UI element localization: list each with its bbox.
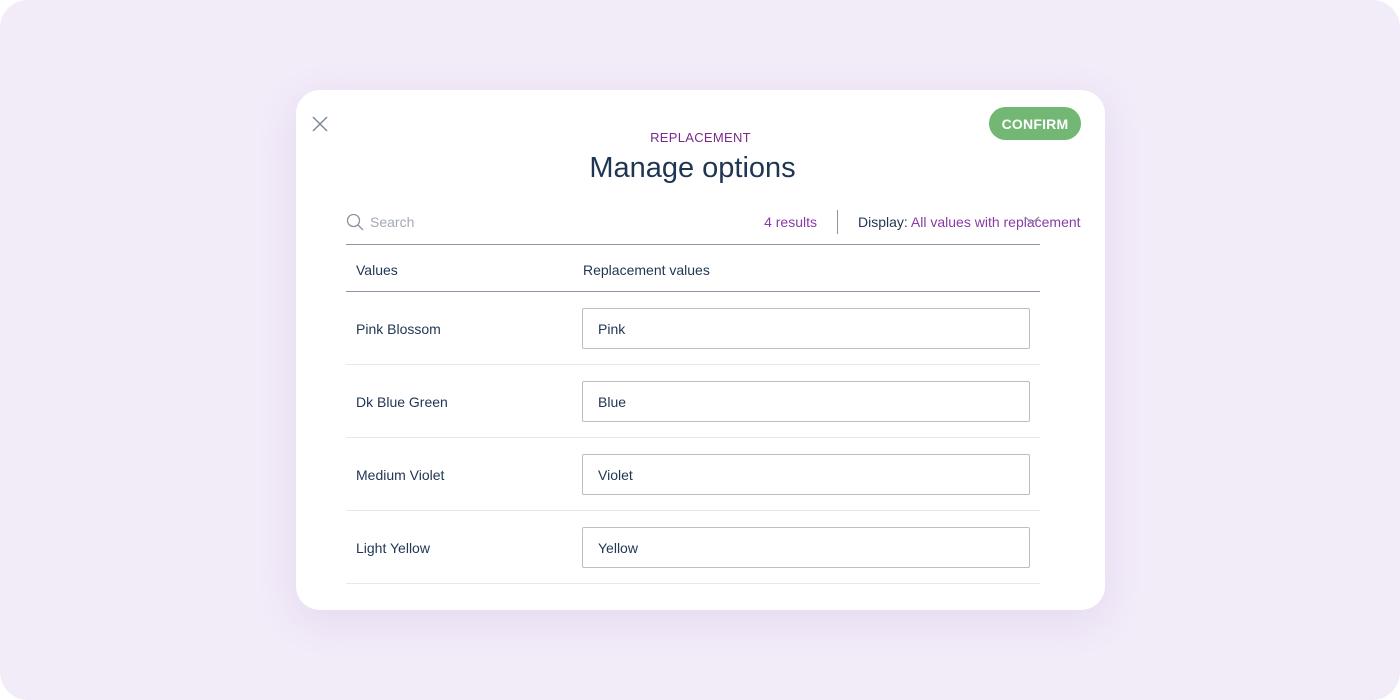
search-icon [346,213,364,231]
table-row: Light Yellow [346,511,1040,584]
results-count: 4 results [764,214,817,230]
page-background: CONFIRM REPLACEMENT Manage options 4 res… [0,0,1400,700]
table-row: Medium Violet [346,438,1040,511]
table-row: Dk Blue Green [346,365,1040,438]
column-header-replacement-values: Replacement values [583,262,710,278]
manage-options-dialog: CONFIRM REPLACEMENT Manage options 4 res… [296,90,1105,610]
column-header-values: Values [356,262,398,278]
row-value: Medium Violet [356,467,445,483]
row-value: Pink Blossom [356,321,441,337]
replacement-input[interactable] [582,381,1030,422]
row-value: Dk Blue Green [356,394,448,410]
replacement-input[interactable] [582,527,1030,568]
replacement-input[interactable] [582,308,1030,349]
dialog-title: Manage options [589,152,796,184]
dialog-eyebrow: REPLACEMENT [650,130,751,145]
toolbar: 4 results Display: All values with repla… [346,205,1081,245]
display-value: All values with replacement [910,214,1081,230]
table-row: Pink Blossom [346,292,1040,365]
replacement-input[interactable] [582,454,1030,495]
chevron-down-icon[interactable] [1024,214,1040,226]
table-body: Pink Blossom Dk Blue Green Medium Violet… [346,292,1040,584]
toolbar-divider [837,210,838,234]
display-filter-dropdown[interactable]: Display: All values with replacement [858,214,1081,230]
row-value: Light Yellow [356,540,430,556]
table-header: Values Replacement values [346,245,1040,292]
search-input[interactable] [370,211,670,233]
display-label: Display: [858,214,908,230]
